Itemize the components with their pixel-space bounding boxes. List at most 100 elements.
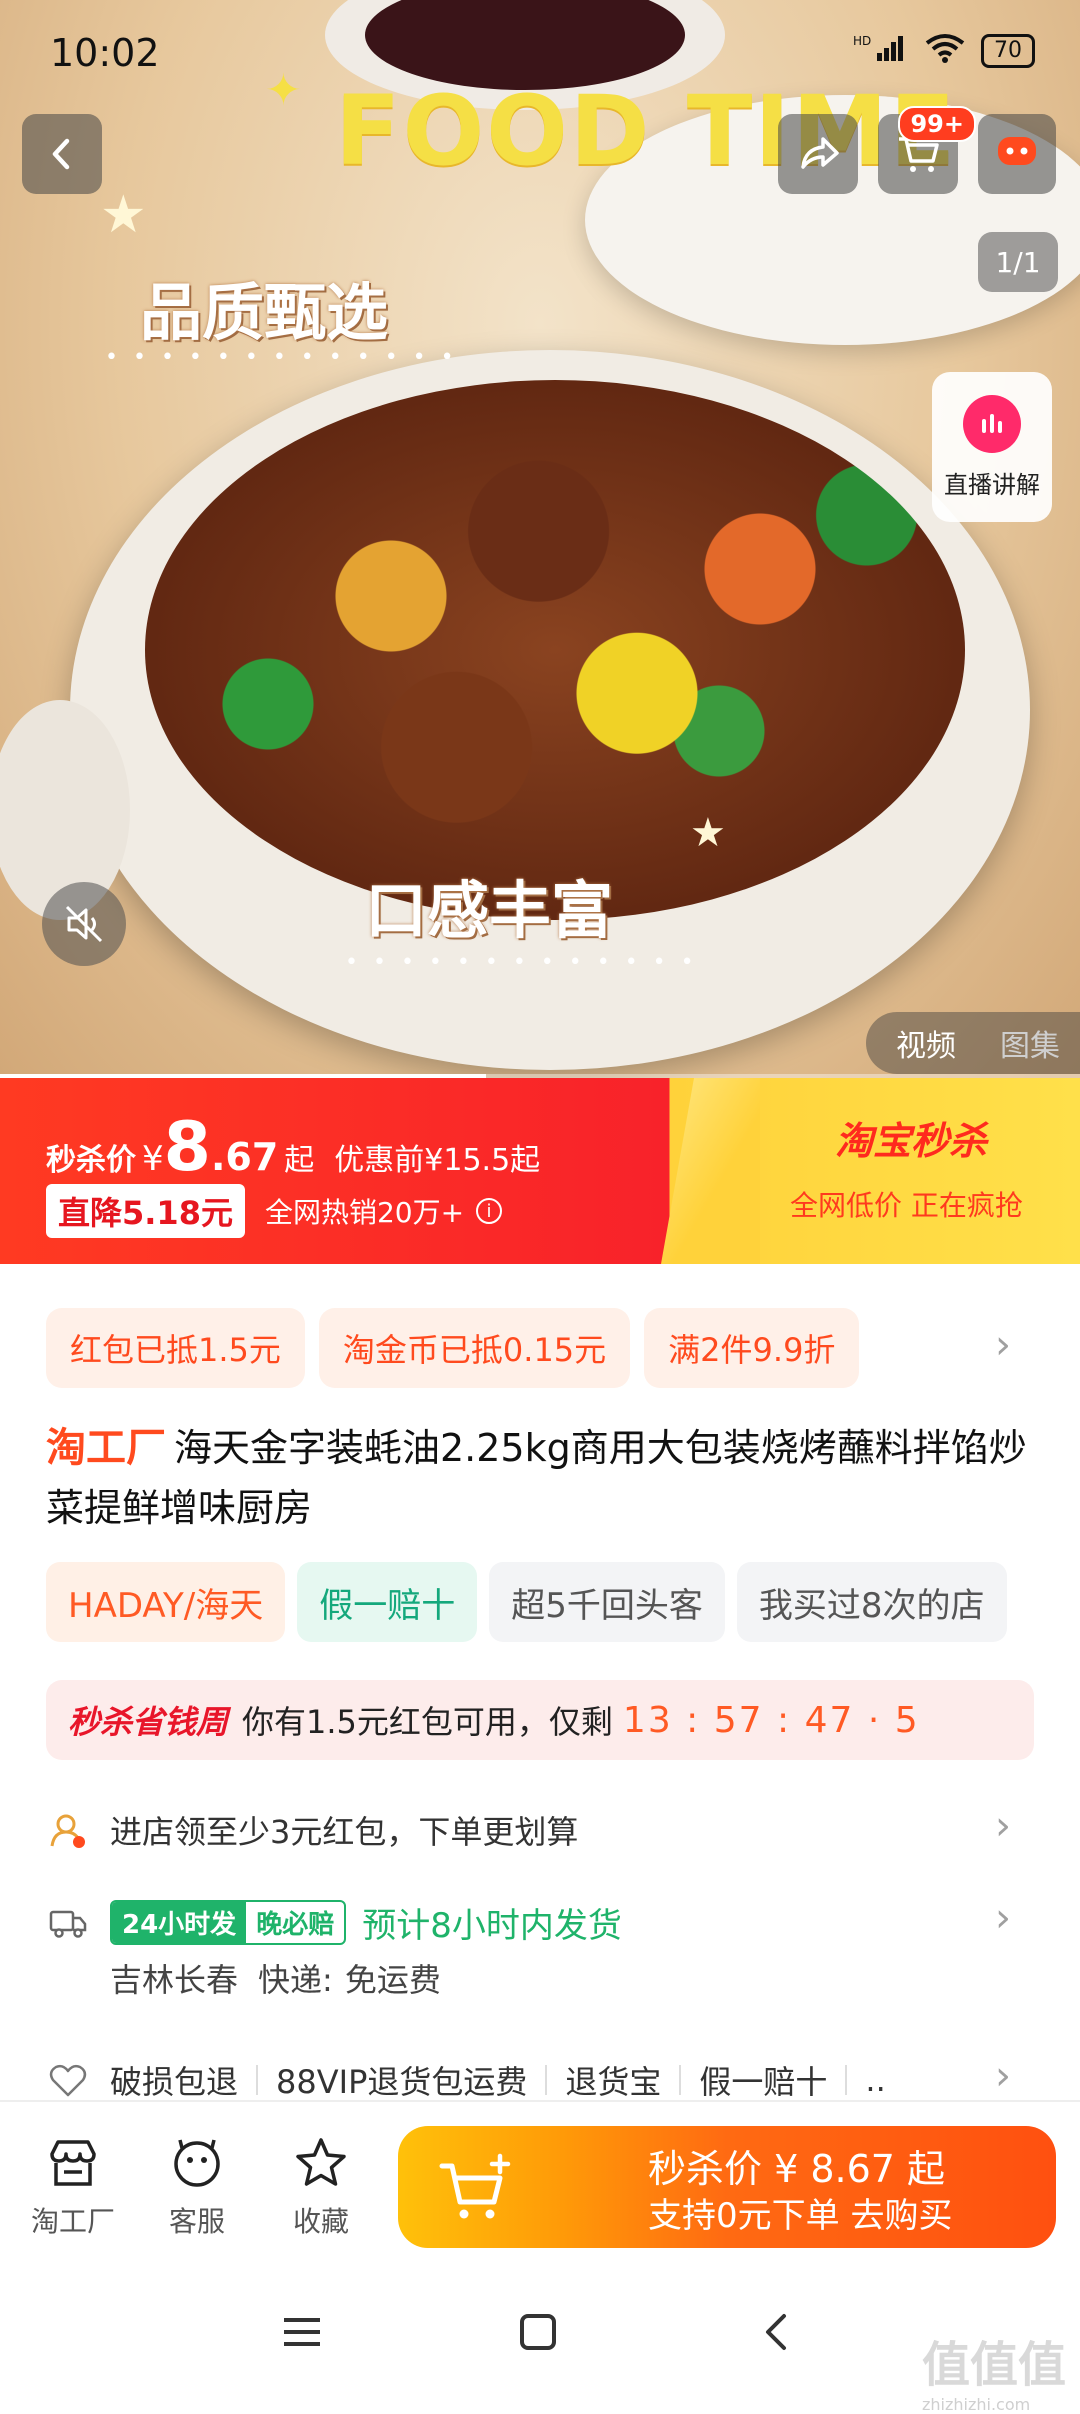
- promo-bar[interactable]: 秒杀省钱周 你有1.5元红包可用，仅剩 13 : 57 : 47 · 5: [46, 1680, 1034, 1760]
- cart-button[interactable]: 99+: [878, 106, 976, 194]
- status-time: 10:02: [50, 30, 160, 75]
- service-list: 破损包退 88VIP退货包运费 退货宝 假一赔十 ..: [110, 2057, 886, 2103]
- shop-coupon-row[interactable]: 进店领至少3元红包，下单更划算: [46, 1800, 1034, 1860]
- share-button[interactable]: [778, 114, 858, 194]
- price-banner: 秒杀价 ¥ 8 .67 起 优惠前¥15.5起 直降5.18元 全网热销20万+…: [0, 1078, 1080, 1264]
- chevron-left-icon: [52, 138, 70, 170]
- price-decimal: .67: [210, 1135, 279, 1179]
- express-label: 快递:: [258, 1961, 333, 1999]
- product-tags: HADAY/海天 假一赔十 超5千回头客 我买过8次的店: [46, 1562, 1007, 1642]
- chevron-right-icon[interactable]: ›: [995, 2053, 1011, 2099]
- banner-fold-decoration: [661, 1078, 760, 1264]
- tag-purchase-history[interactable]: 我买过8次的店: [736, 1562, 1007, 1642]
- chevron-right-icon[interactable]: ›: [995, 1803, 1011, 1849]
- divider: [845, 2065, 848, 2095]
- buy-action-label: 支持0元下单 去购买: [648, 2196, 953, 2236]
- live-label: 直播讲解: [944, 470, 1040, 499]
- watermark: 值值值 zhizhizhi.com: [922, 2325, 1066, 2414]
- media-toggle[interactable]: 视频 图集: [866, 1012, 1080, 1074]
- shop-tag: 淘工厂: [46, 1425, 166, 1471]
- mute-icon: [65, 905, 103, 943]
- star-icon: [296, 2138, 346, 2186]
- menu-icon[interactable]: [280, 2310, 324, 2366]
- price-label: 秒杀价: [46, 1143, 136, 1178]
- hero-tag-quality: 品质甄选: [140, 276, 389, 349]
- divider: [545, 2065, 548, 2095]
- star-icon: ★: [100, 185, 147, 245]
- promo-tag: 秒杀省钱周: [68, 1703, 229, 1741]
- live-explain-button[interactable]: 直播讲解: [932, 372, 1052, 522]
- home-icon[interactable]: [516, 2310, 560, 2366]
- shipping-detail-row: 吉林长春 快递: 免运费: [110, 1950, 1080, 2006]
- bottom-action-bar: 淘工厂 客服 收藏 秒杀价 ¥ 8.67 起 支持0元下单 去购买: [0, 2102, 1080, 2270]
- countdown-timer: 13 : 57 : 47 · 5: [622, 1699, 920, 1741]
- original-price: 优惠前¥15.5起: [334, 1143, 541, 1178]
- coupon-red-packet[interactable]: 红包已抵1.5元: [46, 1308, 305, 1388]
- sales-text: 全网热销20万+: [264, 1196, 465, 1229]
- dots-decoration: • • • • • • • • • • • • •: [105, 345, 458, 370]
- customer-service-button[interactable]: 客服: [142, 2134, 252, 2240]
- mute-button[interactable]: [42, 882, 126, 966]
- share-icon: [801, 137, 839, 169]
- more-button[interactable]: [978, 114, 1056, 194]
- svg-text:HD: HD: [853, 34, 871, 48]
- hero-tag-taste: 口感丰富: [365, 874, 614, 947]
- coupon-taojinbi[interactable]: 淘金币已抵0.15元: [318, 1308, 631, 1388]
- message-icon: [998, 137, 1036, 165]
- signal-icon: HD: [853, 33, 909, 69]
- star-icon: ★: [690, 810, 726, 856]
- shop-button[interactable]: 淘工厂: [18, 2134, 128, 2240]
- service-label: 客服: [168, 2205, 225, 2238]
- tag-brand[interactable]: HADAY/海天: [46, 1562, 286, 1642]
- price-integer: 8: [163, 1108, 211, 1187]
- tab-video[interactable]: 视频: [896, 1021, 956, 1065]
- store-icon: [50, 2140, 96, 2186]
- price-currency: ¥: [142, 1139, 164, 1179]
- favorite-button[interactable]: 收藏: [266, 2134, 376, 2240]
- product-title: 淘工厂 海天金字装蚝油2.25kg商用大包装烧烤蘸料拌馅炒菜提鲜增味厨房: [46, 1418, 1046, 1538]
- shipping-fee: 免运费: [344, 1961, 441, 1999]
- tag-guarantee[interactable]: 假一赔十: [297, 1562, 478, 1642]
- service-item: 假一赔十: [699, 2063, 828, 2101]
- delivery-truck-icon: [46, 1900, 90, 1944]
- service-item: 退货宝: [565, 2063, 662, 2101]
- image-counter: 1/1: [978, 232, 1058, 292]
- cart-badge: 99+: [898, 106, 976, 142]
- chevron-right-icon[interactable]: ›: [995, 1322, 1011, 1368]
- status-icons: HD 70: [853, 33, 1035, 69]
- buy-button[interactable]: 秒杀价 ¥ 8.67 起 支持0元下单 去购买: [398, 2126, 1056, 2248]
- watermark-logo: 值值值: [921, 2337, 1066, 2393]
- back-nav-icon[interactable]: [756, 2310, 800, 2366]
- system-navigation-bar: [0, 2270, 1080, 2400]
- watermark-domain: zhizhizhi.com: [921, 2395, 1031, 2414]
- live-icon: [963, 394, 1021, 453]
- shipping-badge-compensate: 晚必赔: [256, 1909, 335, 1940]
- tag-repeat-customers[interactable]: 超5千回头客: [489, 1562, 725, 1642]
- info-icon[interactable]: i: [476, 1198, 503, 1224]
- shipping-estimate: 预计8小时内发货: [362, 1905, 622, 1946]
- price-drop-badge: 直降5.18元: [46, 1184, 245, 1238]
- shipping-badge: 24小时发 晚必赔: [110, 1899, 347, 1945]
- dots-decoration: • • • • • • • • • • • • •: [345, 950, 698, 975]
- price-row: 秒杀价 ¥ 8 .67 起 优惠前¥15.5起: [46, 1108, 540, 1187]
- shop-coupon-icon: [46, 1808, 90, 1852]
- coupon-multi-buy[interactable]: 满2件9.9折: [644, 1308, 860, 1388]
- flash-sale-subtitle: 全网低价 正在疯抢: [790, 1189, 1023, 1222]
- buy-price-label: 秒杀价 ¥ 8.67 起: [648, 2147, 946, 2191]
- service-item: ..: [865, 2061, 886, 2099]
- ship-from-location: 吉林长春: [110, 1961, 239, 1999]
- service-item: 破损包退: [110, 2063, 239, 2101]
- tab-gallery[interactable]: 图集: [1000, 1021, 1060, 1065]
- chevron-right-icon[interactable]: ›: [995, 1895, 1011, 1941]
- divider: [679, 2065, 682, 2095]
- shop-coupon-text: 进店领至少3元红包，下单更划算: [110, 1813, 579, 1851]
- divider: [256, 2065, 259, 2095]
- favorite-label: 收藏: [292, 2205, 349, 2238]
- price-sub-row: 直降5.18元 全网热销20万+ i: [46, 1184, 503, 1238]
- shipping-row[interactable]: 24小时发 晚必赔 预计8小时内发货: [46, 1892, 1034, 1952]
- back-button[interactable]: [22, 114, 102, 194]
- promo-text: 你有1.5元红包可用，仅剩: [242, 1703, 613, 1741]
- customer-service-icon: [174, 2139, 220, 2187]
- coupon-list[interactable]: 红包已抵1.5元 淘金币已抵0.15元 满2件9.9折: [46, 1308, 860, 1388]
- add-to-cart-icon: [439, 2153, 511, 2219]
